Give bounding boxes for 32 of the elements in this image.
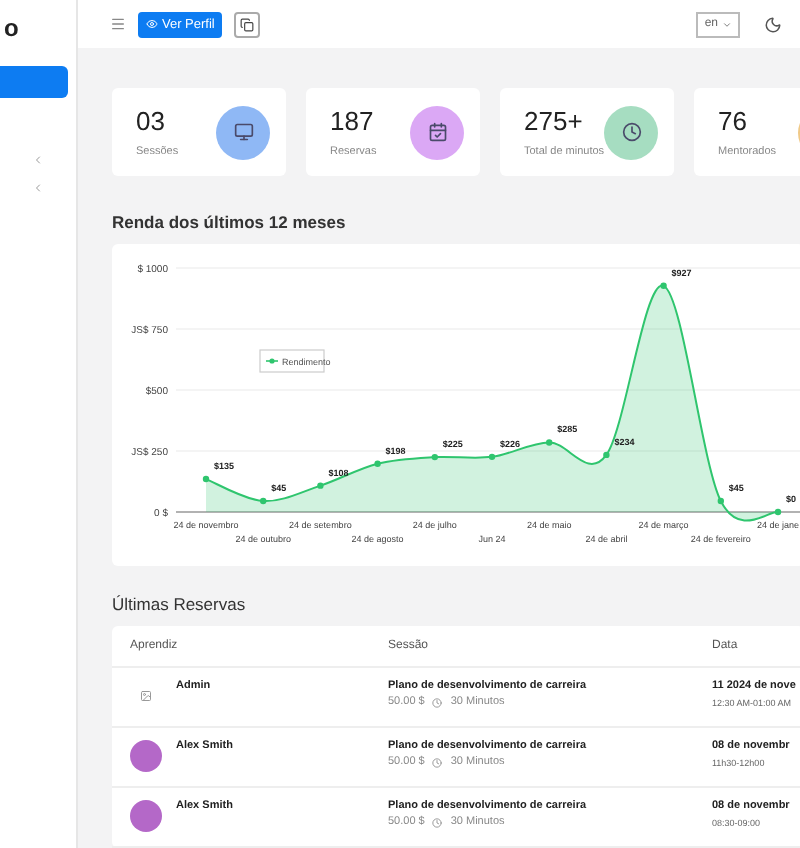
data-point (488, 453, 496, 461)
data-point (717, 497, 724, 505)
caret-icon (722, 19, 732, 29)
moon-icon[interactable] (764, 15, 782, 33)
data-point (374, 460, 381, 467)
monitor-icon (233, 122, 253, 142)
copy-button[interactable] (234, 11, 261, 37)
stat-value: 187 (330, 106, 376, 136)
data-point (660, 282, 667, 289)
data-point (431, 453, 438, 461)
data-point (603, 451, 610, 459)
data-point (774, 508, 782, 516)
data-point (202, 475, 210, 483)
calendar-icon (427, 122, 447, 142)
clock-icon (432, 697, 443, 707)
avatar (130, 800, 162, 832)
clock-icon (432, 817, 443, 827)
section-title: Últimas Reservas (112, 594, 248, 614)
copy-icon (240, 17, 255, 31)
data-point (260, 497, 267, 505)
section-title: Renda dos últimos 12 meses (112, 212, 348, 232)
brand-name: o (2, 12, 21, 44)
menu-icon[interactable] (110, 16, 126, 32)
eye-icon (146, 18, 158, 30)
stat-value: 76 (718, 106, 749, 136)
data-point (317, 482, 324, 489)
clock-icon (432, 757, 443, 767)
data-point (546, 439, 553, 446)
clock-icon (621, 122, 642, 142)
stat-value: 03 (136, 106, 167, 136)
avatar (130, 740, 162, 772)
stat-value: 275+ (524, 106, 585, 136)
